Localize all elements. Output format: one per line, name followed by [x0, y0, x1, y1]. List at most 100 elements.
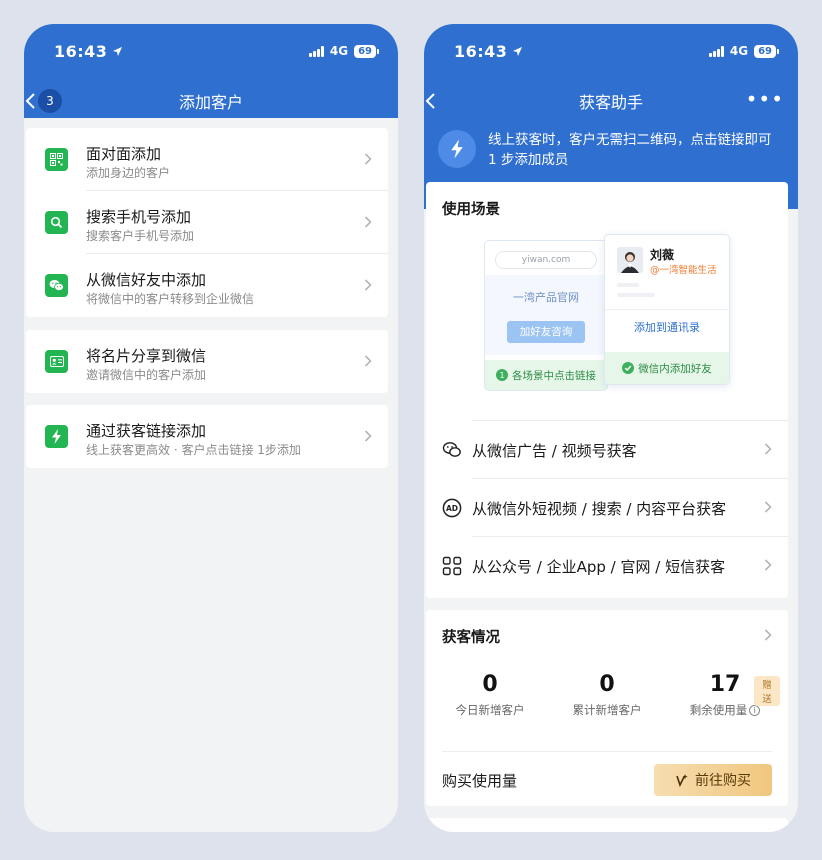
stat-today-new: 0 今日新增客户	[435, 672, 545, 718]
placeholder-line	[617, 293, 655, 297]
tip-text: 各场景中点击链接	[512, 369, 596, 382]
share-card-card: 将名片分享到微信 邀请微信中的客户添加	[26, 330, 388, 393]
wechat-icon	[45, 274, 68, 297]
bolt-icon	[438, 130, 476, 168]
item-title: 面对面添加	[86, 145, 162, 163]
stat-label: 累计新增客户	[572, 703, 642, 717]
step-number: 1	[496, 369, 508, 381]
stat-total-new: 0 累计新增客户	[552, 672, 662, 718]
chevron-right-icon	[364, 153, 372, 165]
list-item-share-card[interactable]: 将名片分享到微信 邀请微信中的客户添加	[26, 330, 388, 393]
placeholder-line	[617, 283, 639, 287]
location-arrow-icon	[513, 46, 523, 56]
chevron-right-icon	[764, 559, 772, 571]
item-title: 通过获客链接添加	[86, 422, 207, 440]
avatar	[617, 247, 643, 273]
list-item-wechat-friends[interactable]: 从微信好友中添加 将微信中的客户转移到企业微信	[26, 254, 388, 317]
source-external-platforms[interactable]: AD 从微信外短视频 / 搜索 / 内容平台获客	[442, 478, 788, 536]
chevron-right-icon	[764, 443, 772, 455]
item-title: 搜索手机号添加	[86, 208, 192, 226]
source-wechat-ads[interactable]: 从微信广告 / 视频号获客	[442, 420, 788, 478]
location-arrow-icon	[113, 46, 123, 56]
item-title: 从微信好友中添加	[86, 271, 207, 289]
chevron-right-icon[interactable]	[764, 628, 772, 642]
more-icon[interactable]: •••	[746, 89, 784, 109]
back-chevron-icon[interactable]	[24, 90, 38, 112]
divider	[472, 420, 788, 421]
status-time: 16:43	[454, 41, 508, 61]
item-subtitle: 线上获客更高效 · 客户点击链接 1步添加	[86, 443, 301, 457]
item-subtitle: 添加身边的客户	[86, 166, 171, 180]
add-methods-card: 面对面添加 添加身边的客户 搜索手机号添加 搜索客户手机号添加 从微信好友中添加…	[26, 128, 388, 317]
network-type: 4G	[729, 44, 749, 58]
web-page-mockup: yiwan.com 一湾产品官网 加好友咨询 1 各场景中点击链接	[484, 240, 608, 391]
list-item-link-add[interactable]: 通过获客链接添加 线上获客更高效 · 客户点击链接 1步添加	[26, 405, 388, 468]
battery-icon: 69	[354, 44, 379, 58]
intro-banner: 线上获客时，客户无需扫二维码，点击链接即可 1 步添加成员	[438, 130, 783, 176]
source-label: 从公众号 / 企业App / 官网 / 短信获客	[472, 558, 726, 576]
section-title: 使用场景	[442, 202, 500, 218]
info-icon[interactable]: i	[749, 705, 761, 716]
status-bar: 16:43 4G 69	[54, 40, 379, 62]
site-name: 一湾产品官网	[513, 291, 579, 304]
item-subtitle: 搜索客户手机号添加	[86, 229, 195, 243]
gift-tag: 赠送	[754, 676, 780, 706]
search-icon	[45, 211, 68, 234]
stat-label: 剩余使用量	[689, 703, 748, 717]
chevron-right-icon	[364, 279, 372, 291]
go-buy-label: 前往购买	[695, 773, 751, 789]
sparkle-icon	[676, 774, 688, 787]
chevron-right-icon	[364, 216, 372, 228]
stat-label: 今日新增客户	[455, 703, 525, 717]
divider	[472, 536, 788, 537]
nav-bar: 3 添加客户	[24, 86, 398, 116]
stat-value: 0	[599, 672, 615, 697]
chevron-right-icon	[764, 501, 772, 513]
unread-badge[interactable]: 3	[38, 89, 62, 113]
battery-icon: 69	[754, 44, 779, 58]
bolt-icon	[45, 425, 68, 448]
card-icon	[45, 350, 68, 373]
contact-card-mockup: 刘薇 @一湾智能生活 添加到通讯录 微信内添加好友	[604, 234, 730, 385]
source-official-channels[interactable]: 从公众号 / 企业App / 官网 / 短信获客	[442, 536, 788, 594]
contact-name: 刘薇	[650, 248, 675, 262]
status-time-group: 16:43	[454, 42, 523, 61]
item-subtitle: 邀请微信中的客户添加	[86, 368, 207, 382]
item-subtitle: 将微信中的客户转移到企业微信	[86, 292, 255, 306]
go-buy-button[interactable]: 前往购买	[654, 764, 772, 796]
usage-illustration: yiwan.com 一湾产品官网 加好友咨询 1 各场景中点击链接 刘薇 @一湾…	[484, 234, 732, 400]
grid-apps-icon	[442, 556, 462, 576]
link-add-card: 通过获客链接添加 线上获客更高效 · 客户点击链接 1步添加	[26, 405, 388, 468]
page-title: 获客助手	[578, 93, 643, 112]
divider	[472, 478, 788, 479]
status-right: 4G 69	[708, 44, 779, 58]
chevron-right-icon	[364, 355, 372, 367]
source-label: 从微信广告 / 视频号获客	[472, 442, 637, 460]
section-title[interactable]: 获客情况	[442, 626, 500, 647]
page-body: 一湾产品官网 加好友咨询	[485, 275, 607, 355]
nav-bar: 获客助手 •••	[424, 86, 798, 116]
back-chevron-icon[interactable]	[424, 90, 438, 112]
ad-icon: AD	[442, 498, 462, 518]
chevron-right-icon	[364, 430, 372, 442]
source-label: 从微信外短视频 / 搜索 / 内容平台获客	[472, 500, 727, 518]
list-item-search-phone[interactable]: 搜索手机号添加 搜索客户手机号添加	[26, 191, 388, 254]
svg-text:AD: AD	[446, 504, 458, 513]
tip-click-link: 1 各场景中点击链接	[485, 360, 607, 390]
add-to-contacts: 添加到通讯录	[634, 321, 700, 334]
signal-icon	[308, 45, 324, 57]
tip-add-in-wechat: 微信内添加好友	[605, 352, 729, 384]
status-right: 4G 69	[308, 44, 379, 58]
list-item-face-to-face[interactable]: 面对面添加 添加身边的客户	[26, 128, 388, 191]
url-bar: yiwan.com	[495, 251, 597, 269]
network-type: 4G	[329, 44, 349, 58]
page-title: 添加客户	[178, 93, 243, 112]
divider	[605, 309, 729, 310]
acquisition-stats-card: 获客情况 0 今日新增客户 0 累计新增客户 17 赠送 剩余使用量 i 购买使用…	[426, 610, 788, 806]
check-icon	[622, 362, 635, 374]
add-friend-button: 加好友咨询	[507, 321, 585, 343]
wechat-ad-icon	[442, 442, 461, 457]
phone-add-customer: 16:43 4G 69 3 添加客户 面对面添加 添加身边的客户 搜索手机号添加…	[24, 24, 398, 832]
stat-remaining: 17 赠送 剩余使用量 i	[670, 672, 780, 718]
phone-acquisition-assistant: 16:43 4G 69 获客助手 ••• 线上获客时，客户无需扫二维码，点击链接…	[424, 24, 798, 832]
